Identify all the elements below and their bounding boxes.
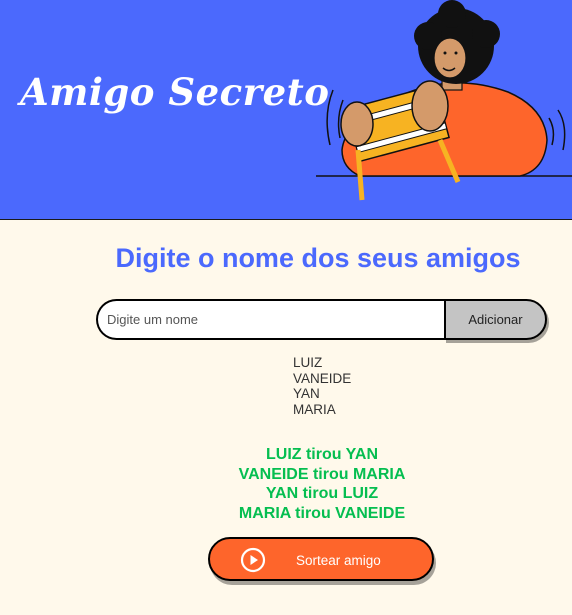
person-holding-gift-box-illustration bbox=[316, 0, 572, 201]
friend-name-input[interactable] bbox=[96, 299, 446, 340]
draw-button-label: Sortear amigo bbox=[296, 553, 381, 568]
play-circle-icon bbox=[240, 547, 266, 573]
friends-list: LUIZ VANEIDE YAN MARIA bbox=[293, 355, 351, 418]
add-button[interactable]: Adicionar bbox=[444, 299, 547, 340]
page-subtitle: Digite o nome dos seus amigos bbox=[115, 243, 521, 273]
draw-result-item: MARIA tirou VANEIDE bbox=[238, 504, 406, 522]
draw-friend-button[interactable]: Sortear amigo bbox=[208, 537, 434, 581]
add-friend-form: Adicionar bbox=[96, 299, 547, 340]
draw-results-list: LUIZ tirou YAN VANEIDE tirou MARIA YAN t… bbox=[180, 445, 464, 523]
friend-item: MARIA bbox=[293, 402, 336, 418]
header-banner: Amigo Secreto bbox=[0, 0, 572, 220]
friend-item: YAN bbox=[293, 386, 320, 402]
friend-item: VANEIDE bbox=[293, 370, 352, 386]
friend-item: LUIZ bbox=[293, 355, 323, 370]
draw-result-item: VANEIDE tirou MARIA bbox=[238, 465, 406, 483]
draw-result-item: YAN tirou LUIZ bbox=[265, 485, 379, 503]
app-title: Amigo Secreto bbox=[20, 70, 330, 114]
draw-result-item: LUIZ tirou YAN bbox=[265, 446, 378, 463]
